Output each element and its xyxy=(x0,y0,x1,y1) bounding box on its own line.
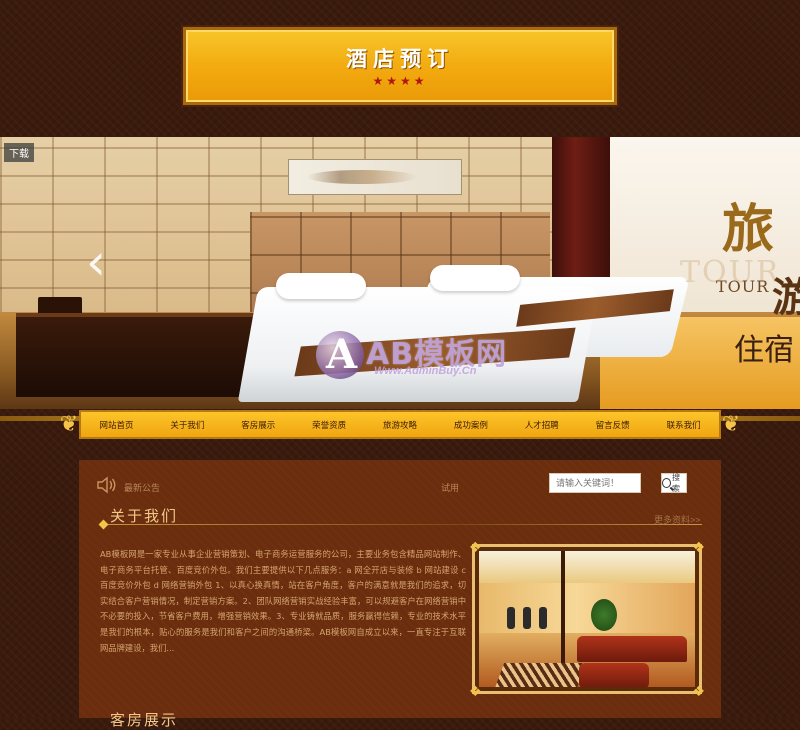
nav-item-cases[interactable]: 成功案例 xyxy=(435,419,506,431)
lobby-photo-frame[interactable]: ❖ ❖ ❖ ❖ xyxy=(469,540,705,698)
hero-banner[interactable]: A AB模板网 Www.AdminBuy.Cn 下载 ‹ 旅 TOUR TOUR… xyxy=(0,137,800,409)
speaker-icon xyxy=(96,476,118,499)
lobby-photo xyxy=(479,551,695,687)
banner-pillow xyxy=(430,265,520,291)
logo-stars: ★★★★ xyxy=(372,74,428,88)
banner-download-tag[interactable]: 下载 xyxy=(4,143,34,162)
nav-item-home[interactable]: 网站首页 xyxy=(81,419,152,431)
banner-prev-arrow-icon[interactable]: ‹ xyxy=(86,237,110,287)
banner-calligraphy-top: 旅 xyxy=(722,199,775,260)
nav-item-feedback[interactable]: 留言反馈 xyxy=(577,419,648,431)
photo-person xyxy=(523,607,531,629)
banner-painting xyxy=(288,159,462,195)
about-title: 关于我们 xyxy=(110,507,179,525)
nav-item-jobs[interactable]: 人才招聘 xyxy=(506,419,577,431)
logo-title: 酒店预订 xyxy=(346,46,454,71)
watermark-logo: A AB模板网 Www.AdminBuy.Cn xyxy=(310,325,540,395)
banner-nightstand xyxy=(16,313,256,397)
frame-corner-icon: ❖ xyxy=(469,683,482,699)
photo-sofa xyxy=(577,636,687,662)
notice-text[interactable]: 试用 xyxy=(441,481,459,494)
photo-person xyxy=(507,607,515,629)
about-divider xyxy=(100,524,702,525)
watermark-url: Www.AdminBuy.Cn xyxy=(374,365,477,377)
photo-plant xyxy=(591,599,617,631)
watermark-letter: A xyxy=(326,331,358,378)
search-button-label: 搜索 xyxy=(672,473,680,493)
search-button[interactable]: 搜索 xyxy=(661,473,687,493)
nav-item-about[interactable]: 关于我们 xyxy=(152,419,223,431)
notice-label: 最新公告 xyxy=(124,483,161,493)
nav-item-travel[interactable]: 旅游攻略 xyxy=(365,419,436,431)
banner-curtain xyxy=(552,137,610,297)
nav-item-rooms[interactable]: 客房展示 xyxy=(223,419,294,431)
nav-item-contact[interactable]: 联系我们 xyxy=(648,419,719,431)
photo-ceiling xyxy=(479,551,695,583)
photo-sofa xyxy=(579,663,649,687)
nav-ornament-right-icon: ❦ xyxy=(721,411,741,436)
photo-rug xyxy=(493,663,587,687)
frame-corner-icon: ❖ xyxy=(692,683,705,699)
banner-tour-small: TOUR xyxy=(716,277,770,296)
banner-calligraphy-mid: 游 xyxy=(772,274,800,321)
about-body: AB模板网是一家专业从事企业营销策划、电子商务运营服务的公司，主要业务包含精品网… xyxy=(100,549,466,653)
photo-person xyxy=(539,607,547,629)
main-nav: 网站首页 关于我们 客房展示 荣誉资质 旅游攻略 成功案例 人才招聘 留言反馈 … xyxy=(79,410,721,439)
frame-corner-icon: ❖ xyxy=(692,539,705,555)
search-input[interactable] xyxy=(549,473,641,493)
frame-corner-icon: ❖ xyxy=(469,539,482,555)
search-icon xyxy=(662,478,671,488)
rooms-section-title: 客房展示 xyxy=(110,711,179,729)
site-logo[interactable]: 酒店预订 ★★★★ xyxy=(183,27,617,105)
banner-pillow xyxy=(276,273,366,299)
banner-calligraphy-bottom: 住宿 xyxy=(734,333,794,368)
nav-item-honors[interactable]: 荣誉资质 xyxy=(294,419,365,431)
nav-ornament-left-icon: ❦ xyxy=(59,411,79,436)
